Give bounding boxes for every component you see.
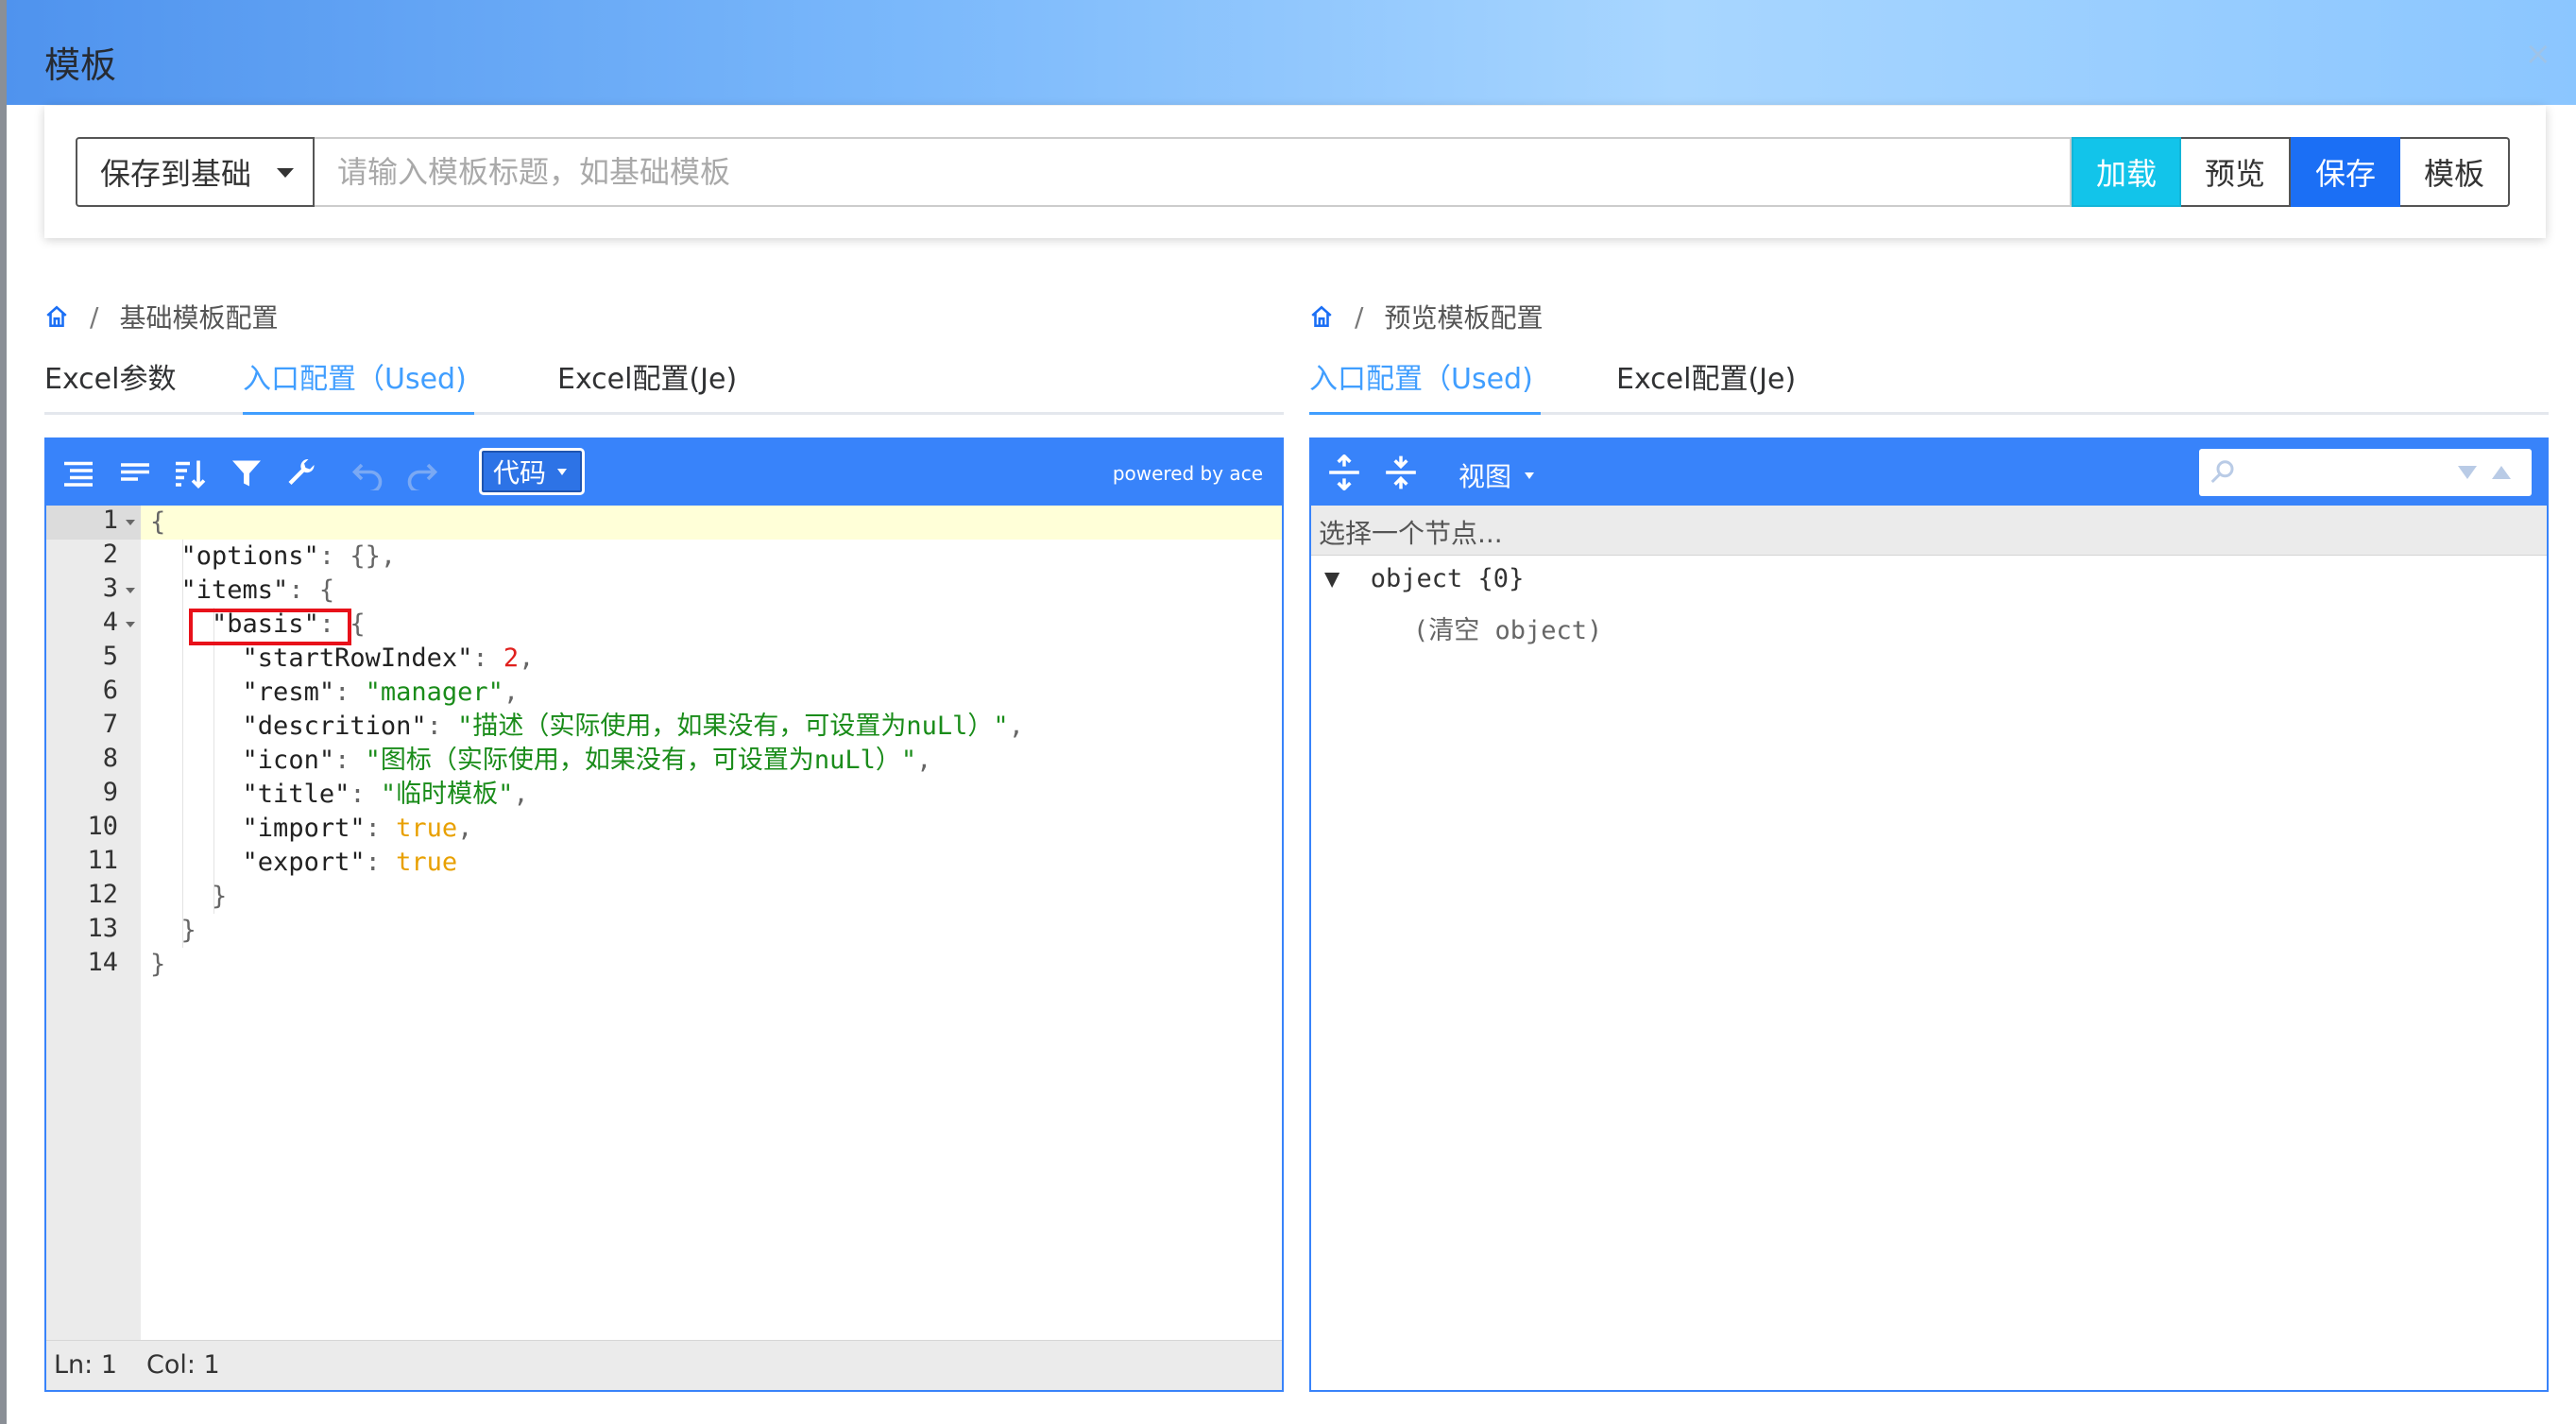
line-number: 8 [102,744,118,773]
line-number: 12 [87,880,118,909]
breadcrumb-current: 基础模板配置 [119,302,279,334]
code-line: "title": "临时模板", [242,780,529,809]
line-number: 5 [102,642,118,671]
home-icon[interactable] [1309,304,1334,329]
breadcrumb-right: / 预览模板配置 [1309,298,1543,335]
line-number: 7 [102,710,118,739]
json-code-editor: 代码 powered by ace 1 2 3 4 5 6 7 8 9 10 1… [44,437,1284,1392]
fold-arrow-icon[interactable] [126,588,135,593]
code-line: } [212,882,228,911]
tab-excel-config-je[interactable]: Excel配置(Je) [1616,355,1796,397]
search-previous-icon[interactable] [2490,462,2513,483]
template-toolbar: 保存到基础 加载 预览 保存 模板 [44,106,2546,238]
save-button[interactable]: 保存 [2291,137,2400,207]
close-icon[interactable]: × [2525,38,2552,70]
undo-icon[interactable] [350,456,384,490]
caret-down-icon [557,468,568,475]
line-number: 6 [102,676,118,705]
fold-arrow-icon[interactable] [126,520,135,525]
line-number: 10 [87,812,118,841]
preview-button[interactable]: 预览 [2181,137,2291,207]
select-node-hint: 选择一个节点... [1319,518,1503,549]
highlight-annotation-box [189,609,351,645]
right-tabs: 入口配置（Used) Excel配置(Je) [1309,350,2549,415]
line-number: 3 [102,574,118,603]
collapse-all-icon[interactable] [1383,455,1419,490]
tree-toolbar: 视图 [1311,439,2547,506]
code-line: "startRowIndex": 2, [242,643,535,673]
template-dialog: 模板 × 保存到基础 加载 预览 保存 模板 / 基础模板配置 Excel参数 … [7,0,2576,1424]
breadcrumb-left: / 基础模板配置 [44,298,278,335]
code-line: "resm": "manager", [242,678,520,707]
tree-search-box [2199,449,2532,496]
sort-icon[interactable] [173,456,207,490]
json-tree-viewer: 视图 选择一个节点... ▼ object {0} (清空 object) [1309,437,2549,1392]
redo-icon[interactable] [405,456,439,490]
active-line-highlight [141,506,1282,540]
fold-arrow-icon[interactable] [126,622,135,627]
template-button[interactable]: 模板 [2400,137,2510,207]
caret-down-icon [1525,472,1535,479]
active-tab-indicator [1309,412,1541,415]
code-line: "items": { [180,575,335,605]
expand-all-icon[interactable] [1326,455,1362,490]
line-number: 1 [102,506,118,535]
empty-object-node[interactable]: (清空 object) [1413,609,1602,646]
left-tabs: Excel参数 入口配置（Used) Excel配置(Je) [44,350,1284,415]
status-column: Col: 1 [146,1350,220,1380]
tab-excel-config-je[interactable]: Excel配置(Je) [557,355,737,397]
line-number: 9 [102,778,118,807]
tab-excel-params[interactable]: Excel参数 [44,355,176,397]
search-next-icon[interactable] [2456,462,2479,483]
tab-entry-config-used[interactable]: 入口配置（Used) [1309,355,1533,397]
home-icon[interactable] [44,304,69,329]
filter-icon[interactable] [230,456,264,490]
save-target-select[interactable]: 保存到基础 [76,137,315,207]
line-number: 4 [102,608,118,637]
code-line: "options": {}, [180,541,397,571]
tree-root-node[interactable]: ▼ object {0} [1324,564,1524,593]
repair-wrench-icon[interactable] [284,456,318,490]
view-mode-label: 视图 [1459,461,1512,492]
code-line: { [150,507,166,537]
status-line: Ln: 1 [54,1350,118,1380]
mode-select-button[interactable]: 代码 [479,448,585,495]
search-icon [2210,460,2234,484]
editor-statusbar: Ln: 1 Col: 1 [46,1340,1282,1390]
compact-icon[interactable] [118,456,152,490]
code-line: "import": true, [242,814,473,843]
dialog-title: 模板 [44,44,117,86]
editor-toolbar: 代码 powered by ace [46,439,1282,506]
code-line: "export": true [242,848,458,877]
breadcrumb-current: 预览模板配置 [1384,302,1544,334]
template-title-input[interactable] [315,137,2072,207]
powered-by-ace[interactable]: powered by ace [1113,462,1263,485]
code-line: "descrition": "描述（实际使用，如果没有，可设置为nuLl）", [242,712,1024,741]
mode-label: 代码 [493,457,547,489]
tree-search-input[interactable] [2241,455,2452,490]
dialog-header: 模板 × [7,0,2576,105]
tab-entry-config-used[interactable]: 入口配置（Used) [243,355,467,397]
code-line: } [150,950,166,979]
code-line: } [180,916,196,945]
line-number: 14 [87,948,118,977]
active-tab-indicator [243,412,474,415]
caret-down-icon [277,168,294,178]
tree-navigation-bar: 选择一个节点... [1311,506,2547,556]
line-number: 11 [87,846,118,875]
line-number: 2 [102,540,118,569]
view-mode-select[interactable]: 视图 [1459,456,1535,494]
editor-gutter: 1 2 3 4 5 6 7 8 9 10 11 12 13 14 [46,506,141,1345]
code-line: "icon": "图标（实际使用，如果没有，可设置为nuLl）", [242,746,932,775]
save-target-label: 保存到基础 [100,156,252,192]
format-icon[interactable] [61,456,95,490]
line-number: 13 [87,914,118,943]
load-button[interactable]: 加载 [2072,137,2181,207]
